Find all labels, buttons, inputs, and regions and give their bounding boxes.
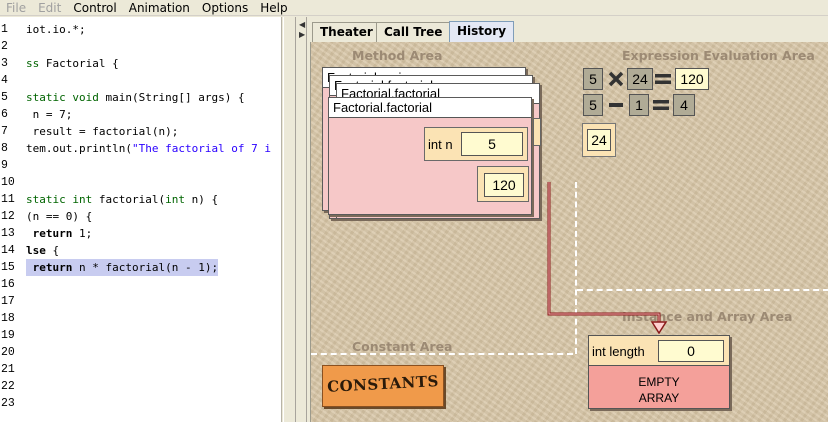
code-line[interactable]: 20 bbox=[0, 344, 281, 361]
pane-splitter[interactable]: ◀ ▶ bbox=[283, 17, 307, 422]
menu-edit[interactable]: Edit bbox=[32, 1, 67, 15]
line-number: 20 bbox=[1, 346, 15, 359]
line-number: 5 bbox=[1, 91, 8, 104]
constants-box[interactable]: CONSTANTS bbox=[322, 365, 444, 407]
code-line[interactable]: 12 (n == 0) { bbox=[0, 208, 281, 225]
menu-help[interactable]: Help bbox=[254, 1, 293, 15]
line-number: 9 bbox=[1, 159, 8, 172]
array-length-label: int length bbox=[592, 344, 645, 359]
code-text: tem.out.println("The factorial of 7 i bbox=[26, 142, 272, 155]
collapse-left-arrow-icon[interactable]: ◀ bbox=[299, 21, 305, 29]
code-editor[interactable]: 1 iot.io.*; 2 3 ss Factorial {4 5 static void … bbox=[0, 17, 282, 422]
line-number: 23 bbox=[1, 397, 15, 410]
line-number: 8 bbox=[1, 142, 8, 155]
tab-call-tree[interactable]: Call Tree bbox=[376, 22, 451, 42]
line-number: 12 bbox=[1, 210, 15, 223]
code-line[interactable]: 7 result = factorial(n); bbox=[0, 123, 281, 140]
line-number: 18 bbox=[1, 312, 15, 325]
code-text: return n * factorial(n - 1); bbox=[26, 259, 219, 276]
theater-canvas: Method Area Expression Evaluation Area C… bbox=[310, 42, 828, 422]
line-number: 22 bbox=[1, 380, 15, 393]
menu-file[interactable]: File bbox=[0, 1, 32, 15]
line-number: 10 bbox=[1, 176, 15, 189]
line-number: 13 bbox=[1, 227, 15, 240]
tab-history[interactable]: History bbox=[449, 21, 515, 42]
line-number: 15 bbox=[1, 261, 15, 274]
tab-theater[interactable]: Theater bbox=[312, 22, 381, 42]
code-line[interactable]: 6 n = 7; bbox=[0, 106, 281, 123]
line-number: 21 bbox=[1, 363, 15, 376]
line-number: 4 bbox=[1, 74, 8, 87]
menu-control[interactable]: Control bbox=[67, 1, 122, 15]
code-line[interactable]: 10 bbox=[0, 174, 281, 191]
code-line[interactable]: 14 lse { bbox=[0, 242, 281, 259]
code-line[interactable]: 11 static int factorial(int n) { bbox=[0, 191, 281, 208]
code-line[interactable]: 9 bbox=[0, 157, 281, 174]
line-number: 17 bbox=[1, 295, 15, 308]
menu-options[interactable]: Options bbox=[196, 1, 254, 15]
code-text: ss Factorial { bbox=[26, 57, 119, 70]
line-number: 2 bbox=[1, 40, 8, 53]
code-line[interactable]: 4 bbox=[0, 72, 281, 89]
constants-label: CONSTANTS bbox=[326, 372, 440, 396]
collapse-right-arrow-icon[interactable]: ▶ bbox=[299, 31, 305, 39]
code-line[interactable]: 15 return n * factorial(n - 1); bbox=[0, 259, 281, 276]
code-line[interactable]: 19 bbox=[0, 327, 281, 344]
code-line[interactable]: 21 bbox=[0, 361, 281, 378]
code-line[interactable]: 17 bbox=[0, 293, 281, 310]
array-instance[interactable]: int length 0 EMPTY ARRAY bbox=[588, 335, 730, 409]
code-line[interactable]: 23 bbox=[0, 395, 281, 412]
menu-animation[interactable]: Animation bbox=[123, 1, 196, 15]
line-number: 3 bbox=[1, 57, 8, 70]
code-line[interactable]: 13 return 1; bbox=[0, 225, 281, 242]
line-number: 7 bbox=[1, 125, 8, 138]
array-length-field: int length 0 bbox=[589, 336, 729, 366]
menu-bar: File Edit Control Animation Options Help bbox=[0, 0, 828, 16]
code-text: static void main(String[] args) { bbox=[26, 91, 245, 104]
splitter-line bbox=[295, 17, 296, 422]
line-number: 6 bbox=[1, 108, 8, 121]
code-text: n = 7; bbox=[26, 108, 73, 121]
array-length-value: 0 bbox=[658, 340, 724, 362]
line-number: 16 bbox=[1, 278, 15, 291]
line-number: 11 bbox=[1, 193, 15, 206]
line-number: 19 bbox=[1, 329, 15, 342]
code-text: static int factorial(int n) { bbox=[26, 193, 219, 206]
code-text: return 1; bbox=[32, 227, 93, 240]
code-line[interactable]: 3 ss Factorial { bbox=[0, 55, 281, 72]
array-empty-text-1: EMPTY bbox=[638, 375, 680, 389]
line-number: 1 bbox=[1, 23, 8, 36]
code-line[interactable]: 16 bbox=[0, 276, 281, 293]
code-line[interactable]: 1 iot.io.*; bbox=[0, 21, 281, 38]
code-line[interactable]: 5 static void main(String[] args) { bbox=[0, 89, 281, 106]
code-text: iot.io.*; bbox=[26, 23, 86, 36]
code-line[interactable]: 8 tem.out.println("The factorial of 7 i bbox=[0, 140, 281, 157]
code-line[interactable]: 2 bbox=[0, 38, 281, 55]
code-line[interactable]: 22 bbox=[0, 378, 281, 395]
code-text: lse { bbox=[26, 244, 60, 257]
view-tabs: Theater Call Tree History bbox=[308, 18, 828, 42]
code-text: (n == 0) { bbox=[26, 210, 93, 223]
line-number: 14 bbox=[1, 244, 15, 257]
array-empty-text-2: ARRAY bbox=[638, 391, 680, 405]
code-text: result = factorial(n); bbox=[26, 125, 179, 138]
code-line[interactable]: 18 bbox=[0, 310, 281, 327]
